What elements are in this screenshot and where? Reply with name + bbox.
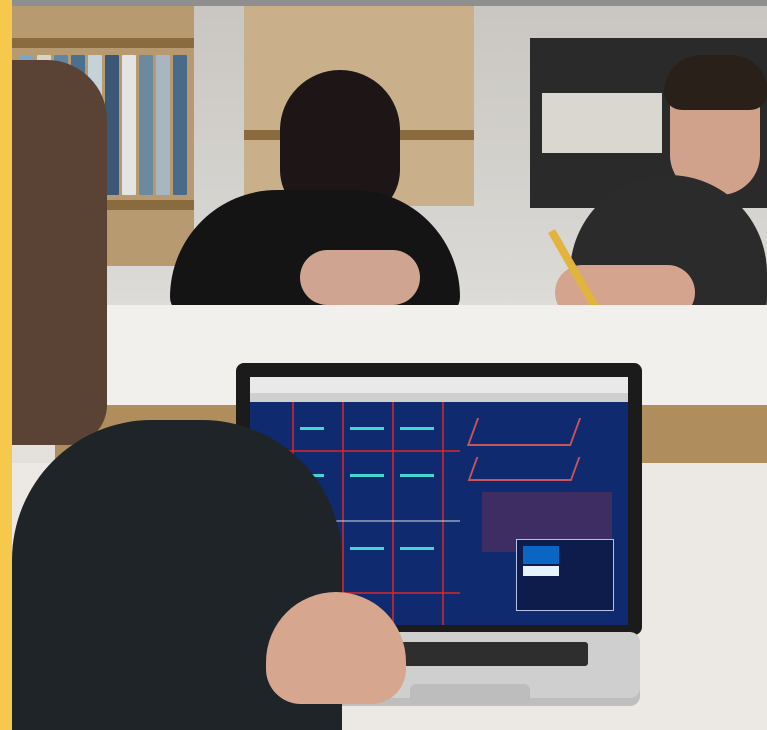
cad-beam <box>350 474 384 477</box>
book <box>105 55 119 195</box>
cad-subtoolbar <box>250 393 628 402</box>
person-woman <box>170 70 460 315</box>
book <box>139 55 153 195</box>
cad-beam <box>400 427 434 430</box>
person-man <box>540 55 767 320</box>
cad-beam <box>300 427 324 430</box>
bookshelf-shelf-1 <box>12 38 194 48</box>
cad-beam <box>350 427 384 430</box>
laptop-trackpad <box>410 684 530 704</box>
logo-subtitle-bar <box>523 566 559 576</box>
book <box>122 55 136 195</box>
truss-detail-2 <box>467 457 581 481</box>
cad-toolbar <box>250 377 628 393</box>
truss-detail <box>466 418 582 446</box>
accent-bar <box>0 0 12 730</box>
man-hair <box>664 55 767 110</box>
book <box>156 55 170 195</box>
foreground-person-head <box>12 60 107 445</box>
laptop-keyboard <box>392 642 588 666</box>
woman-hand <box>300 250 420 305</box>
photo-scene <box>0 0 767 730</box>
cad-title-block <box>516 539 614 611</box>
cad-beam <box>400 547 434 550</box>
company-logo-icon <box>523 546 559 564</box>
cad-beam <box>350 547 384 550</box>
cad-beam <box>400 474 434 477</box>
cad-line <box>270 450 460 452</box>
